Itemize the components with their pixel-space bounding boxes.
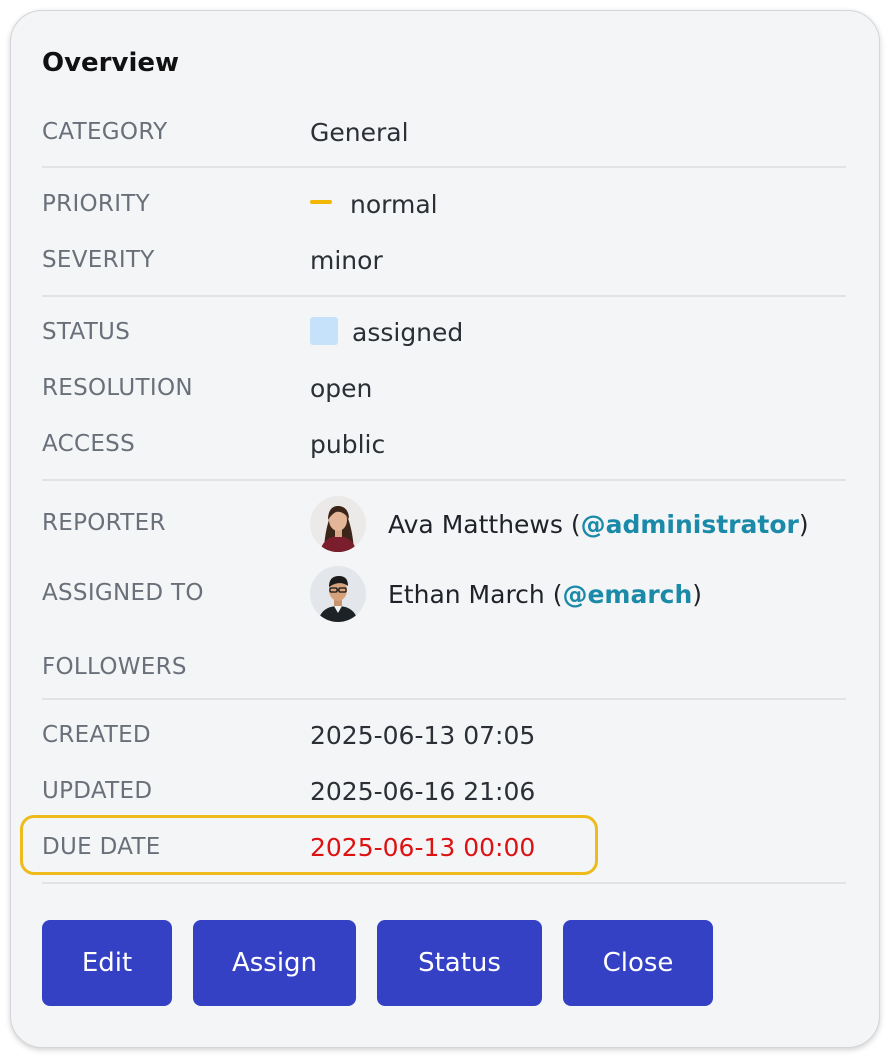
assignee-name: Ethan March (@emarch) [388,579,703,609]
divider [42,295,846,297]
status-label: STATUS [42,319,131,345]
status-color-icon [310,317,338,345]
close-button[interactable]: Close [563,920,713,1006]
category-label: CATEGORY [42,119,168,145]
severity-label: SEVERITY [42,247,155,273]
priority-value: normal [310,189,438,221]
severity-value: minor [310,246,383,275]
reporter-avatar[interactable] [310,496,366,552]
status-text: assigned [352,318,464,347]
category-value: General [310,118,409,147]
divider [42,166,846,168]
access-value: public [310,430,386,459]
divider [42,698,846,700]
due-date-label: DUE DATE [42,834,161,860]
updated-value: 2025-06-16 21:06 [310,777,536,806]
status-button[interactable]: Status [377,920,542,1006]
access-label: ACCESS [42,431,135,457]
panel-title: Overview [42,48,180,78]
divider [42,882,846,884]
assigned-to-value: Ethan March (@emarch) [310,566,702,622]
assign-button[interactable]: Assign [193,920,356,1006]
assignee-avatar-image [310,566,366,622]
followers-label: FOLLOWERS [42,654,187,680]
assignee-handle-link[interactable]: @emarch [562,580,692,609]
priority-label: PRIORITY [42,191,150,217]
updated-label: UPDATED [42,778,153,804]
priority-normal-icon [310,200,332,204]
reporter-label: REPORTER [42,510,166,536]
assigned-to-label: ASSIGNED TO [42,580,204,606]
reporter-value: Ava Matthews (@administrator) [310,496,809,552]
reporter-handle-link[interactable]: @administrator [581,510,799,539]
resolution-label: RESOLUTION [42,375,193,401]
resolution-value: open [310,374,373,403]
edit-button[interactable]: Edit [42,920,172,1006]
divider [42,479,846,481]
priority-text: normal [350,190,438,219]
reporter-name: Ava Matthews (@administrator) [388,509,809,539]
created-label: CREATED [42,722,151,748]
due-date-value: 2025-06-13 00:00 [310,833,536,862]
created-value: 2025-06-13 07:05 [310,721,536,750]
reporter-avatar-image [310,496,366,552]
assignee-avatar[interactable] [310,566,366,622]
status-value: assigned [310,317,463,349]
